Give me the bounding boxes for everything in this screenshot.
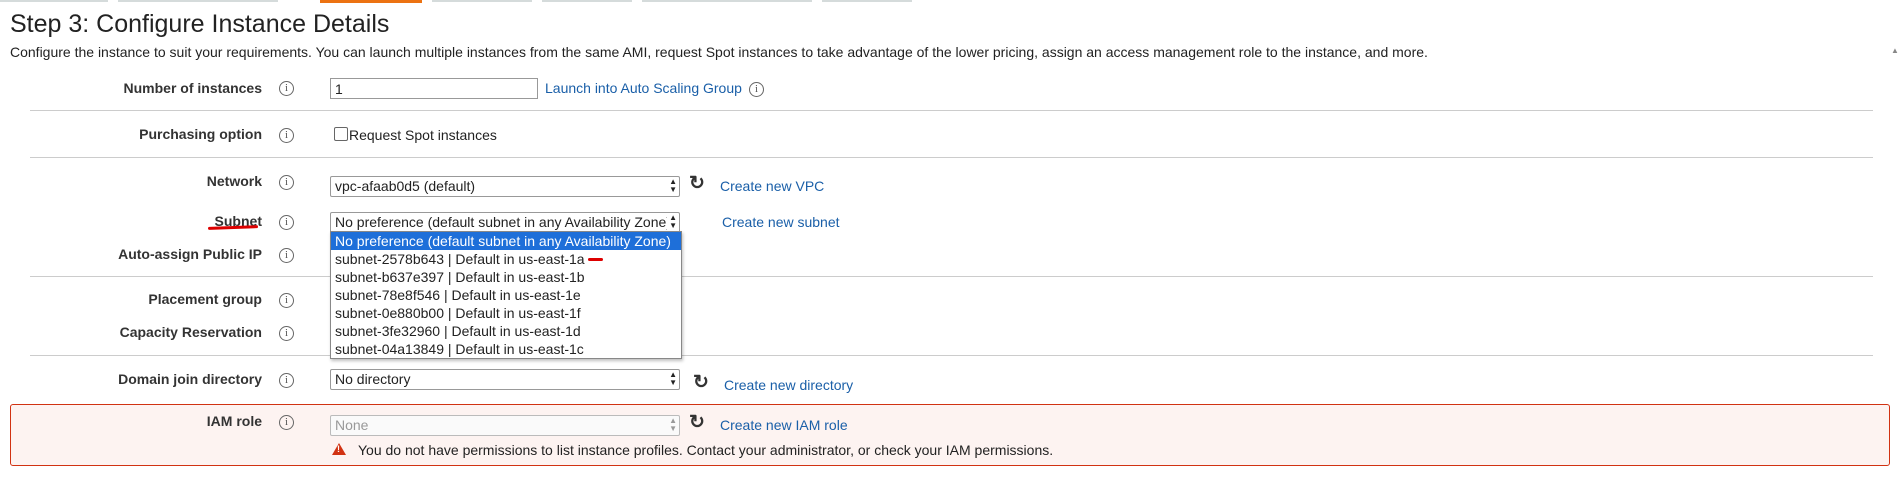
info-icon[interactable]: i <box>279 293 294 308</box>
info-icon[interactable]: i <box>279 215 294 230</box>
network-label: Network <box>206 173 262 189</box>
select-arrows-icon: ▲ ▼ <box>667 213 677 230</box>
iam-role-label: IAM role <box>206 413 262 429</box>
network-select[interactable]: vpc-afaab0d5 (default) ▲ ▼ <box>330 176 680 197</box>
create-directory-link[interactable]: Create new directory <box>724 377 853 393</box>
iam-role-select-value: None <box>335 417 369 433</box>
select-arrows-icon: ▲ ▼ <box>667 370 677 387</box>
wizard-tab[interactable] <box>432 0 532 2</box>
iam-role-select[interactable]: None ▲ ▼ <box>330 415 680 436</box>
domain-join-select-value: No directory <box>335 371 411 387</box>
placement-group-label: Placement group <box>148 291 262 307</box>
info-icon[interactable]: i <box>279 326 294 341</box>
divider <box>30 276 1873 277</box>
domain-join-select[interactable]: No directory ▲ ▼ <box>330 369 680 390</box>
number-of-instances-label: Number of instances <box>123 80 262 96</box>
info-icon[interactable]: i <box>279 175 294 190</box>
purchasing-option-label: Purchasing option <box>139 126 262 142</box>
subnet-option[interactable]: subnet-3fe32960 | Default in us-east-1d <box>331 322 681 340</box>
spot-instances-label: Request Spot instances <box>349 127 497 143</box>
info-icon[interactable]: i <box>279 128 294 143</box>
info-icon[interactable]: i <box>749 82 764 97</box>
capacity-reservation-label: Capacity Reservation <box>119 324 262 340</box>
subnet-select[interactable]: No preference (default subnet in any Ava… <box>330 212 680 233</box>
refresh-icon[interactable]: ↻ <box>689 413 705 432</box>
divider <box>30 157 1873 158</box>
wizard-tab[interactable] <box>822 0 912 2</box>
subnet-option[interactable]: No preference (default subnet in any Ava… <box>331 232 681 250</box>
red-annotation-mark <box>207 225 259 230</box>
subnet-option[interactable]: subnet-04a13849 | Default in us-east-1c <box>331 340 681 358</box>
warning-icon <box>332 443 346 455</box>
info-icon[interactable]: i <box>279 248 294 263</box>
create-iam-role-link[interactable]: Create new IAM role <box>720 417 848 433</box>
iam-warning-text: You do not have permissions to list inst… <box>358 442 1054 458</box>
subnet-dropdown-list: No preference (default subnet in any Ava… <box>330 231 682 359</box>
refresh-icon[interactable]: ↻ <box>693 373 709 392</box>
page-title: Step 3: Configure Instance Details <box>10 10 390 38</box>
number-of-instances-input[interactable] <box>330 78 538 99</box>
wizard-step-tabs <box>0 0 1000 3</box>
subnet-option[interactable]: subnet-78e8f546 | Default in us-east-1e <box>331 286 681 304</box>
select-arrows-icon: ▲ ▼ <box>667 177 677 194</box>
subnet-option[interactable]: subnet-b637e397 | Default in us-east-1b <box>331 268 681 286</box>
domain-join-label: Domain join directory <box>118 371 262 387</box>
page-description: Configure the instance to suit your requ… <box>10 44 1428 60</box>
divider <box>30 110 1873 111</box>
create-vpc-link[interactable]: Create new VPC <box>720 178 824 194</box>
subnet-select-value: No preference (default subnet in any Ava… <box>335 214 671 230</box>
red-annotation-mark <box>588 258 603 261</box>
wizard-tab-active[interactable] <box>320 0 422 3</box>
wizard-tab[interactable] <box>0 0 108 2</box>
info-icon[interactable]: i <box>279 373 294 388</box>
launch-auto-scaling-link[interactable]: Launch into Auto Scaling Group <box>545 80 742 96</box>
spot-instances-checkbox[interactable] <box>334 127 348 141</box>
subnet-option[interactable]: subnet-0e880b00 | Default in us-east-1f <box>331 304 681 322</box>
wizard-tab[interactable] <box>542 0 632 2</box>
divider <box>30 355 1873 356</box>
refresh-icon[interactable]: ↻ <box>689 174 705 193</box>
create-subnet-link[interactable]: Create new subnet <box>722 214 840 230</box>
scroll-up-icon[interactable]: ▲ <box>1890 46 1900 55</box>
network-select-value: vpc-afaab0d5 (default) <box>335 178 476 194</box>
info-icon[interactable]: i <box>279 415 294 430</box>
info-icon[interactable]: i <box>279 81 294 96</box>
subnet-option[interactable]: subnet-2578b643 | Default in us-east-1a <box>331 250 681 268</box>
wizard-tab[interactable] <box>118 0 278 2</box>
select-arrows-icon: ▲ ▼ <box>667 416 677 433</box>
auto-assign-ip-label: Auto-assign Public IP <box>118 246 262 262</box>
page-scrollbar[interactable]: ▲ <box>1890 46 1900 487</box>
wizard-tab[interactable] <box>642 0 812 2</box>
